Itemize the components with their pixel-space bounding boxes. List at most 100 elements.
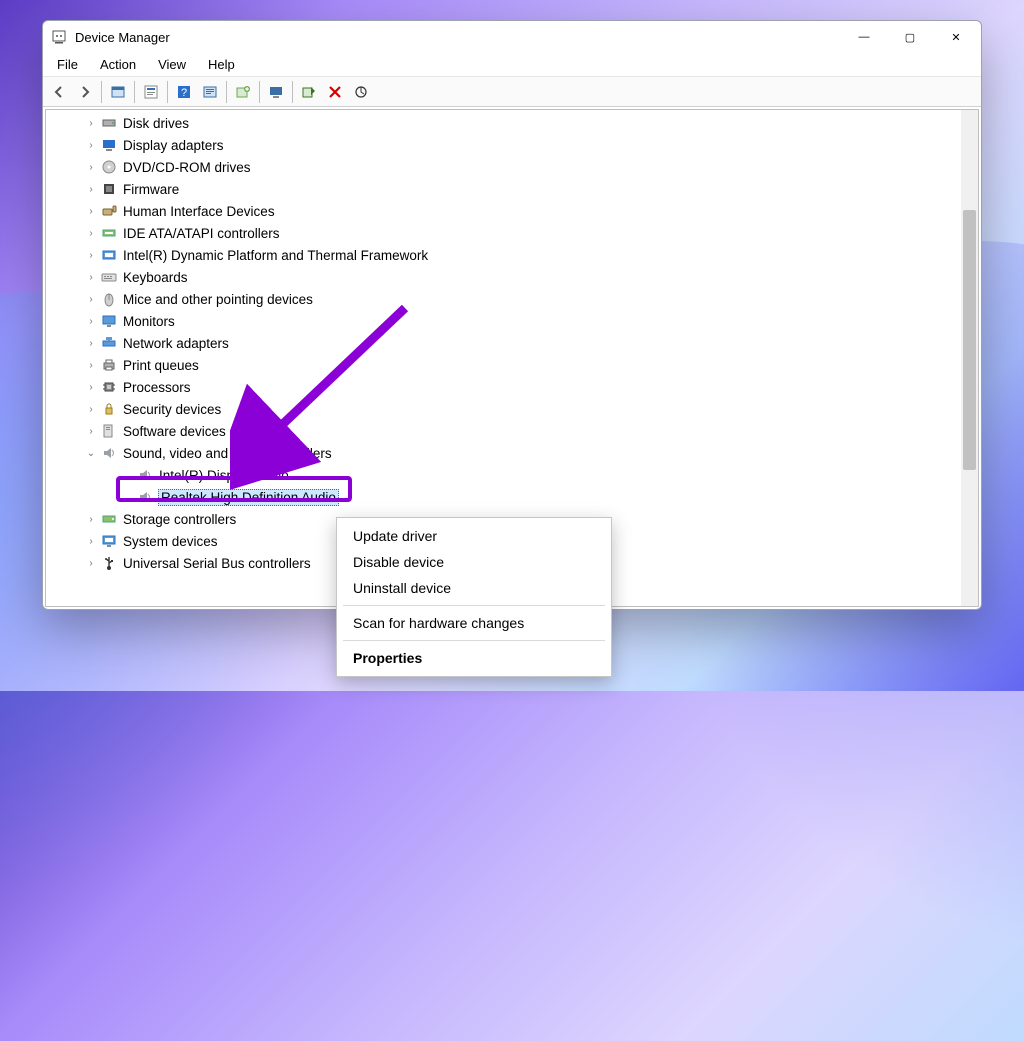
speaker-icon (136, 467, 154, 483)
menu-view[interactable]: View (148, 55, 196, 74)
help-icon[interactable]: ? (172, 80, 196, 104)
tree-label: Print queues (122, 358, 200, 373)
toolbar-separator (292, 81, 293, 103)
close-button[interactable]: ✕ (933, 21, 979, 53)
cpu-icon (100, 379, 118, 395)
tree-category[interactable]: › DVD/CD-ROM drives (48, 156, 961, 178)
tree-category[interactable]: › Human Interface Devices (48, 200, 961, 222)
tree-label: Network adapters (122, 336, 230, 351)
tree-label: Storage controllers (122, 512, 237, 527)
chevron-icon[interactable]: › (84, 426, 98, 437)
tree-category[interactable]: › Keyboards (48, 266, 961, 288)
tree-label: DVD/CD-ROM drives (122, 160, 252, 175)
context-menu: Update driverDisable deviceUninstall dev… (336, 517, 612, 677)
chevron-icon[interactable]: › (84, 558, 98, 569)
show-hidden-icon[interactable] (106, 80, 130, 104)
chevron-icon[interactable]: › (84, 250, 98, 261)
chevron-icon[interactable]: ⌄ (84, 448, 98, 459)
tree-label: Human Interface Devices (122, 204, 276, 219)
tree-category[interactable]: ⌄ Sound, video and game controllers (48, 442, 961, 464)
menu-separator (343, 640, 605, 641)
tree-category[interactable]: ›IDE ATA/ATAPI controllers (48, 222, 961, 244)
chevron-icon[interactable]: › (84, 140, 98, 151)
enable-device-icon[interactable] (297, 80, 321, 104)
tree-label: Display adapters (122, 138, 225, 153)
ide-icon (100, 225, 118, 241)
toolbar: ? (43, 77, 981, 107)
disable-device-icon[interactable] (323, 80, 347, 104)
tree-label: Sound, video and game controllers (122, 446, 333, 461)
chevron-icon[interactable]: › (84, 316, 98, 327)
tree-category[interactable]: ›Processors (48, 376, 961, 398)
titlebar[interactable]: Device Manager — ▢ ✕ (43, 21, 981, 53)
printer-icon (100, 357, 118, 373)
properties-icon[interactable] (139, 80, 163, 104)
chevron-icon[interactable]: › (84, 360, 98, 371)
tree-label: Monitors (122, 314, 176, 329)
minimize-button[interactable]: — (841, 21, 887, 53)
tree-label: Realtek High Definition Audio (158, 489, 339, 506)
chevron-icon[interactable]: › (84, 404, 98, 415)
menu-help[interactable]: Help (198, 55, 245, 74)
add-hardware-icon[interactable] (231, 80, 255, 104)
software-icon (100, 423, 118, 439)
tree-category[interactable]: ›Intel(R) Dynamic Platform and Thermal F… (48, 244, 961, 266)
chevron-icon[interactable]: › (84, 162, 98, 173)
context-menu-item[interactable]: Properties (337, 645, 611, 671)
tree-label: Firmware (122, 182, 180, 197)
chevron-icon[interactable]: › (84, 206, 98, 217)
svg-text:?: ? (181, 87, 187, 99)
back-button[interactable] (47, 80, 71, 104)
tree-label: Software devices (122, 424, 227, 439)
tree-category[interactable]: › Network adapters (48, 332, 961, 354)
scan-hardware-icon[interactable] (349, 80, 373, 104)
tree-label: Universal Serial Bus controllers (122, 556, 312, 571)
context-menu-item[interactable]: Uninstall device (337, 575, 611, 601)
chevron-icon[interactable]: › (84, 294, 98, 305)
tree-category[interactable]: › Security devices (48, 398, 961, 420)
chevron-icon[interactable]: › (84, 338, 98, 349)
vertical-scrollbar[interactable] (961, 110, 978, 606)
context-menu-item[interactable]: Scan for hardware changes (337, 610, 611, 636)
tree-label: Keyboards (122, 270, 189, 285)
context-menu-item[interactable]: Disable device (337, 549, 611, 575)
tree-category[interactable]: › Print queues (48, 354, 961, 376)
system-icon (100, 533, 118, 549)
keyboard-icon (100, 269, 118, 285)
chevron-icon[interactable]: › (84, 228, 98, 239)
display-icon (100, 137, 118, 153)
storage-icon (100, 511, 118, 527)
chevron-icon[interactable]: › (84, 118, 98, 129)
monitor-icon[interactable] (264, 80, 288, 104)
menu-file[interactable]: File (47, 55, 88, 74)
mouse-icon (100, 291, 118, 307)
tree-category[interactable]: ›Disk drives (48, 112, 961, 134)
chevron-icon[interactable]: › (84, 382, 98, 393)
chevron-icon[interactable]: › (84, 184, 98, 195)
window-title: Device Manager (75, 30, 841, 45)
chevron-icon[interactable]: › (84, 272, 98, 283)
scrollbar-thumb[interactable] (963, 210, 976, 470)
tree-category[interactable]: › Display adapters (48, 134, 961, 156)
security-icon (100, 401, 118, 417)
tree-category[interactable]: › Firmware (48, 178, 961, 200)
toolbar-separator (101, 81, 102, 103)
chevron-icon[interactable]: › (84, 536, 98, 547)
tree-label: Intel(R) Display Audio (158, 468, 290, 483)
tree-category[interactable]: › Monitors (48, 310, 961, 332)
tree-category[interactable]: ›Mice and other pointing devices (48, 288, 961, 310)
toolbar-separator (259, 81, 260, 103)
toolbar-separator (167, 81, 168, 103)
tree-category[interactable]: › Software devices (48, 420, 961, 442)
update-driver-icon[interactable] (198, 80, 222, 104)
tree-label: Security devices (122, 402, 222, 417)
maximize-button[interactable]: ▢ (887, 21, 933, 53)
firmware-icon (100, 181, 118, 197)
menu-separator (343, 605, 605, 606)
chevron-icon[interactable]: › (84, 514, 98, 525)
tree-device[interactable]: Intel(R) Display Audio (48, 464, 961, 486)
forward-button[interactable] (73, 80, 97, 104)
menu-action[interactable]: Action (90, 55, 146, 74)
tree-device[interactable]: Realtek High Definition Audio (48, 486, 961, 508)
context-menu-item[interactable]: Update driver (337, 523, 611, 549)
